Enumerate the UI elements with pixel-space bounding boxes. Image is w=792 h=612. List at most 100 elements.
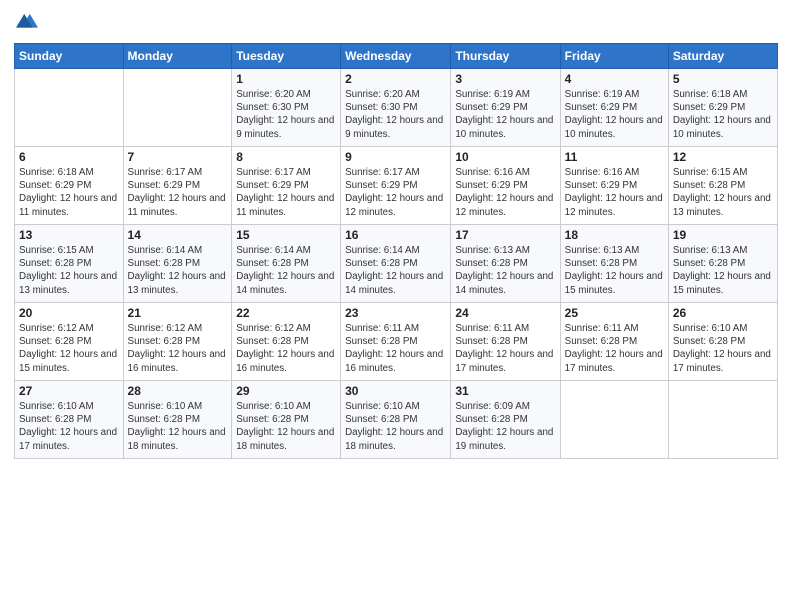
day-info: Sunrise: 6:14 AMSunset: 6:28 PMDaylight:…: [128, 244, 228, 297]
day-number: 25: [565, 306, 664, 320]
day-info: Sunrise: 6:17 AMSunset: 6:29 PMDaylight:…: [345, 166, 446, 219]
day-number: 3: [455, 72, 555, 86]
day-number: 20: [19, 306, 119, 320]
calendar-cell: 17 Sunrise: 6:13 AMSunset: 6:28 PMDayligh…: [451, 225, 560, 303]
calendar-cell: 31Sunrise: 6:09 AMSunset: 6:28 PMDayligh…: [451, 381, 560, 459]
day-info: Sunrise: 6:14 AMSunset: 6:28 PMDaylight:…: [345, 244, 446, 297]
day-info: Sunrise: 6:18 AMSunset: 6:29 PMDaylight:…: [673, 88, 773, 141]
calendar-cell: 10 Sunrise: 6:16 AMSunset: 6:29 PMDayligh…: [451, 147, 560, 225]
day-number: 22: [236, 306, 336, 320]
day-info: Sunrise: 6:10 AMSunset: 6:28 PMDaylight:…: [128, 400, 228, 453]
day-info: Sunrise: 6:20 AMSunset: 6:30 PMDaylight:…: [236, 88, 336, 141]
calendar-cell: [668, 381, 777, 459]
day-number: 12: [673, 150, 773, 164]
calendar-cell: 8 Sunrise: 6:17 AMSunset: 6:29 PMDaylight…: [232, 147, 341, 225]
calendar-cell: 18 Sunrise: 6:13 AMSunset: 6:28 PMDayligh…: [560, 225, 668, 303]
day-number: 7: [128, 150, 228, 164]
calendar-cell: 28 Sunrise: 6:10 AMSunset: 6:28 PMDayligh…: [123, 381, 232, 459]
day-number: 26: [673, 306, 773, 320]
day-info: Sunrise: 6:20 AMSunset: 6:30 PMDaylight:…: [345, 88, 446, 141]
day-number: 2: [345, 72, 446, 86]
day-number: 30: [345, 384, 446, 398]
weekday-header: Saturday: [668, 44, 777, 69]
day-info: Sunrise: 6:11 AMSunset: 6:28 PMDaylight:…: [565, 322, 664, 375]
header: [14, 10, 778, 37]
calendar-cell: 12 Sunrise: 6:15 AMSunset: 6:28 PMDayligh…: [668, 147, 777, 225]
weekday-header: Monday: [123, 44, 232, 69]
calendar-cell: 11 Sunrise: 6:16 AMSunset: 6:29 PMDayligh…: [560, 147, 668, 225]
weekday-header: Wednesday: [341, 44, 451, 69]
day-number: 8: [236, 150, 336, 164]
day-info: Sunrise: 6:13 AMSunset: 6:28 PMDaylight:…: [565, 244, 664, 297]
day-number: 5: [673, 72, 773, 86]
calendar-cell: 30 Sunrise: 6:10 AMSunset: 6:28 PMDayligh…: [341, 381, 451, 459]
day-number: 13: [19, 228, 119, 242]
calendar-cell: 5 Sunrise: 6:18 AMSunset: 6:29 PMDaylight…: [668, 69, 777, 147]
day-info: Sunrise: 6:17 AMSunset: 6:29 PMDaylight:…: [128, 166, 228, 219]
day-info: Sunrise: 6:10 AMSunset: 6:28 PMDaylight:…: [345, 400, 446, 453]
day-number: 29: [236, 384, 336, 398]
weekday-header: Friday: [560, 44, 668, 69]
day-number: 18: [565, 228, 664, 242]
day-number: 17: [455, 228, 555, 242]
calendar-cell: 13 Sunrise: 6:15 AMSunset: 6:28 PMDayligh…: [15, 225, 124, 303]
day-info: Sunrise: 6:18 AMSunset: 6:29 PMDaylight:…: [19, 166, 119, 219]
calendar-cell: 15Sunrise: 6:14 AMSunset: 6:28 PMDayligh…: [232, 225, 341, 303]
day-info: Sunrise: 6:19 AMSunset: 6:29 PMDaylight:…: [565, 88, 664, 141]
calendar-cell: 20 Sunrise: 6:12 AMSunset: 6:28 PMDayligh…: [15, 303, 124, 381]
calendar-cell: 19 Sunrise: 6:13 AMSunset: 6:28 PMDayligh…: [668, 225, 777, 303]
day-info: Sunrise: 6:10 AMSunset: 6:28 PMDaylight:…: [19, 400, 119, 453]
day-number: 16: [345, 228, 446, 242]
day-number: 9: [345, 150, 446, 164]
day-info: Sunrise: 6:13 AMSunset: 6:28 PMDaylight:…: [455, 244, 555, 297]
day-number: 24: [455, 306, 555, 320]
day-info: Sunrise: 6:16 AMSunset: 6:29 PMDaylight:…: [565, 166, 664, 219]
calendar-cell: [560, 381, 668, 459]
day-info: Sunrise: 6:17 AMSunset: 6:29 PMDaylight:…: [236, 166, 336, 219]
day-info: Sunrise: 6:12 AMSunset: 6:28 PMDaylight:…: [128, 322, 228, 375]
logo-icon: [16, 10, 38, 32]
day-number: 14: [128, 228, 228, 242]
day-info: Sunrise: 6:13 AMSunset: 6:28 PMDaylight:…: [673, 244, 773, 297]
calendar-cell: 16 Sunrise: 6:14 AMSunset: 6:28 PMDayligh…: [341, 225, 451, 303]
day-info: Sunrise: 6:11 AMSunset: 6:28 PMDaylight:…: [345, 322, 446, 375]
day-info: Sunrise: 6:15 AMSunset: 6:28 PMDaylight:…: [19, 244, 119, 297]
calendar-cell: 6 Sunrise: 6:18 AMSunset: 6:29 PMDaylight…: [15, 147, 124, 225]
calendar-cell: 24 Sunrise: 6:11 AMSunset: 6:28 PMDayligh…: [451, 303, 560, 381]
day-number: 1: [236, 72, 336, 86]
day-number: 4: [565, 72, 664, 86]
calendar-cell: 1 Sunrise: 6:20 AMSunset: 6:30 PMDaylight…: [232, 69, 341, 147]
weekday-header: Thursday: [451, 44, 560, 69]
calendar-cell: [15, 69, 124, 147]
calendar-cell: 2 Sunrise: 6:20 AMSunset: 6:30 PMDaylight…: [341, 69, 451, 147]
day-number: 15: [236, 228, 336, 242]
day-number: 11: [565, 150, 664, 164]
calendar-cell: 22Sunrise: 6:12 AMSunset: 6:28 PMDayligh…: [232, 303, 341, 381]
day-number: 6: [19, 150, 119, 164]
logo: [14, 10, 40, 37]
calendar-cell: 4 Sunrise: 6:19 AMSunset: 6:29 PMDaylight…: [560, 69, 668, 147]
calendar-cell: 7 Sunrise: 6:17 AMSunset: 6:29 PMDaylight…: [123, 147, 232, 225]
day-info: Sunrise: 6:12 AMSunset: 6:28 PMDaylight:…: [19, 322, 119, 375]
calendar-cell: 9 Sunrise: 6:17 AMSunset: 6:29 PMDaylight…: [341, 147, 451, 225]
day-info: Sunrise: 6:15 AMSunset: 6:28 PMDaylight:…: [673, 166, 773, 219]
weekday-header: Sunday: [15, 44, 124, 69]
calendar-table: SundayMondayTuesdayWednesdayThursdayFrid…: [14, 43, 778, 459]
calendar-cell: 23 Sunrise: 6:11 AMSunset: 6:28 PMDayligh…: [341, 303, 451, 381]
weekday-header: Tuesday: [232, 44, 341, 69]
day-info: Sunrise: 6:10 AMSunset: 6:28 PMDaylight:…: [673, 322, 773, 375]
calendar-cell: 27Sunrise: 6:10 AMSunset: 6:28 PMDayligh…: [15, 381, 124, 459]
calendar-cell: 3 Sunrise: 6:19 AMSunset: 6:29 PMDaylight…: [451, 69, 560, 147]
calendar-cell: 26 Sunrise: 6:10 AMSunset: 6:28 PMDayligh…: [668, 303, 777, 381]
day-info: Sunrise: 6:19 AMSunset: 6:29 PMDaylight:…: [455, 88, 555, 141]
day-info: Sunrise: 6:11 AMSunset: 6:28 PMDaylight:…: [455, 322, 555, 375]
day-number: 28: [128, 384, 228, 398]
day-number: 10: [455, 150, 555, 164]
day-number: 31: [455, 384, 555, 398]
calendar-cell: 21 Sunrise: 6:12 AMSunset: 6:28 PMDayligh…: [123, 303, 232, 381]
day-number: 19: [673, 228, 773, 242]
day-info: Sunrise: 6:16 AMSunset: 6:29 PMDaylight:…: [455, 166, 555, 219]
day-number: 21: [128, 306, 228, 320]
day-number: 23: [345, 306, 446, 320]
calendar-cell: [123, 69, 232, 147]
